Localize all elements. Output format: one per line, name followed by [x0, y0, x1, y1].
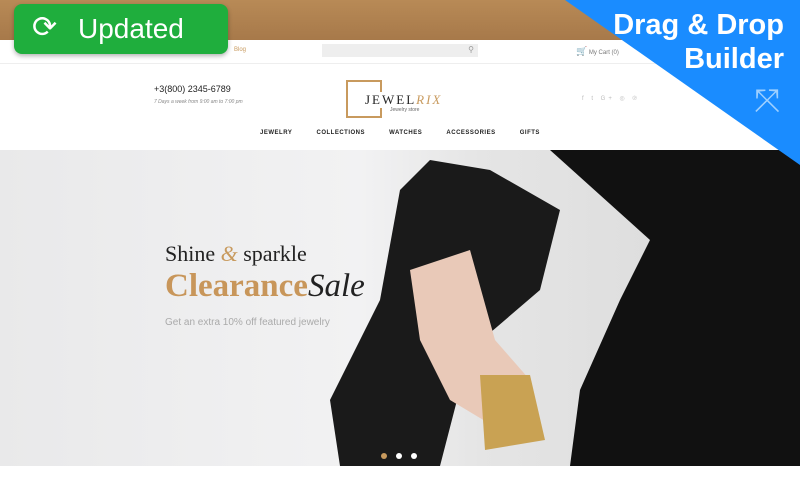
search-input[interactable]: ⚲	[322, 44, 478, 57]
hero-line-1: Shine & sparkle	[165, 241, 307, 266]
logo-text: JEWEL	[365, 92, 417, 107]
refresh-icon: ⟳	[32, 11, 58, 44]
banner-line-1: Drag & Drop	[613, 9, 784, 41]
nav-collections[interactable]: COLLECTIONS	[317, 130, 366, 136]
phone-number: +3(800) 2345-6789	[154, 84, 231, 94]
move-arrows-icon: ⤧	[754, 82, 780, 118]
badge-label: Updated	[78, 13, 184, 44]
opening-hours: 7 Days a week from 9:00 am to 7:00 pm	[154, 99, 243, 105]
blog-link[interactable]: Blog	[234, 47, 246, 53]
nav-accessories[interactable]: ACCESSORIES	[446, 130, 495, 136]
hero-slider: Shine & sparkle ClearanceSale Get an ext…	[0, 150, 800, 466]
main-nav: JEWELRY COLLECTIONS WATCHES ACCESSORIES …	[0, 130, 800, 136]
logo[interactable]: JEWELRIX Jewelry store	[346, 80, 456, 118]
social-icons[interactable]: f t G+ ◎ ℗	[582, 95, 640, 102]
slide-dot-1[interactable]	[381, 453, 387, 459]
updated-badge: ⟳ Updated	[14, 4, 228, 54]
slider-dots	[381, 446, 426, 464]
hero-headline: ClearanceSale	[165, 268, 365, 304]
nav-jewelry[interactable]: JEWELRY	[260, 130, 292, 136]
hero-image	[330, 150, 800, 466]
slide-dot-3[interactable]	[411, 453, 417, 459]
nav-gifts[interactable]: GIFTS	[520, 130, 540, 136]
slide-dot-2[interactable]	[396, 453, 402, 459]
cart-icon: 🛒	[576, 46, 588, 56]
cart-label: My Cart (0)	[588, 50, 619, 56]
cart-link[interactable]: 🛒 My Cart (0)	[576, 46, 619, 57]
logo-subtitle: Jewelry store	[390, 107, 420, 113]
logo-text-accent: RIX	[416, 92, 443, 107]
search-icon[interactable]: ⚲	[468, 45, 474, 54]
nav-watches[interactable]: WATCHES	[389, 130, 422, 136]
hero-subtext: Get an extra 10% off featured jewelry	[165, 317, 330, 328]
